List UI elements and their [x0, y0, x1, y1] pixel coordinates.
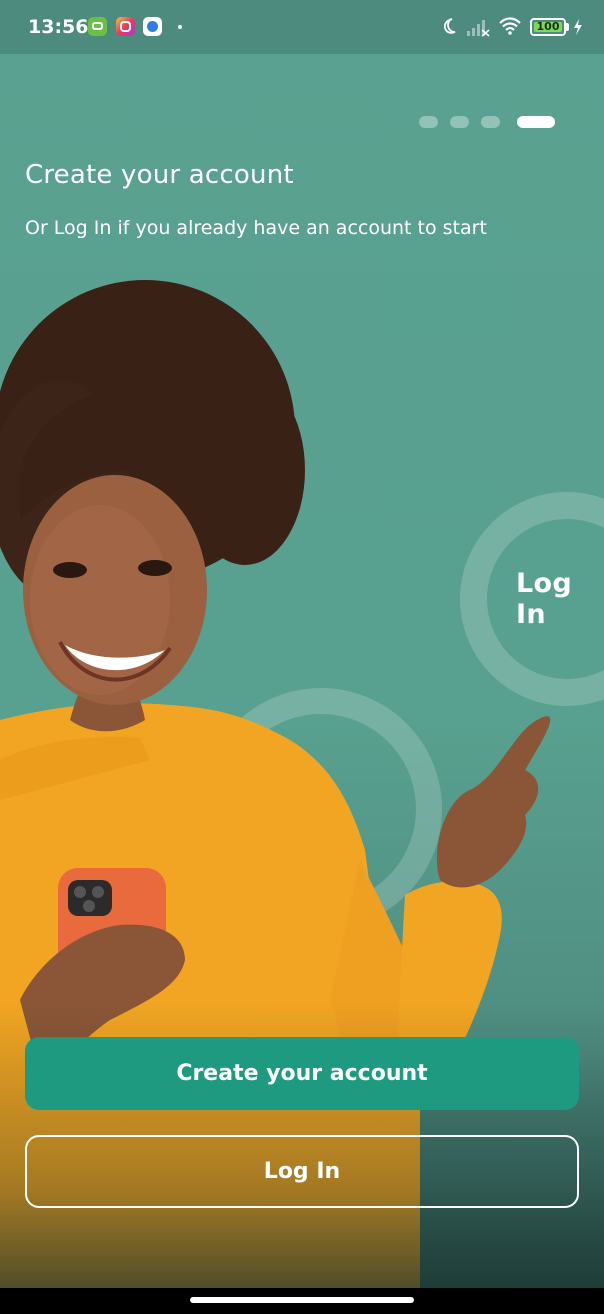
- onboarding-screen: Log In 13:56 100 Create your account Or …: [0, 0, 604, 1314]
- moon-icon: [443, 18, 456, 34]
- login-button[interactable]: Log In: [25, 1135, 579, 1208]
- page-title: Create your account: [25, 160, 294, 190]
- notification-dot-icon: [178, 25, 182, 29]
- home-indicator[interactable]: [190, 1297, 414, 1303]
- create-account-button[interactable]: Create your account: [25, 1037, 579, 1110]
- page-subtitle: Or Log In if you already have an account…: [25, 217, 487, 239]
- ring-login-label: Log In: [516, 568, 572, 630]
- instagram-icon: [116, 17, 135, 36]
- status-time: 13:56: [28, 16, 89, 38]
- page-dot-4-active[interactable]: [517, 116, 555, 128]
- charging-bolt-icon: [574, 19, 582, 35]
- page-dot-3[interactable]: [481, 116, 500, 128]
- page-dot-2[interactable]: [450, 116, 469, 128]
- chat-app-icon: [88, 17, 107, 36]
- wifi-icon: [499, 17, 521, 35]
- page-dot-1[interactable]: [419, 116, 438, 128]
- battery-icon: 100: [530, 18, 566, 36]
- messenger-icon: [143, 17, 162, 36]
- signal-icon: [467, 20, 490, 37]
- status-bar: 13:56 100: [0, 0, 604, 54]
- battery-level: 100: [536, 20, 560, 33]
